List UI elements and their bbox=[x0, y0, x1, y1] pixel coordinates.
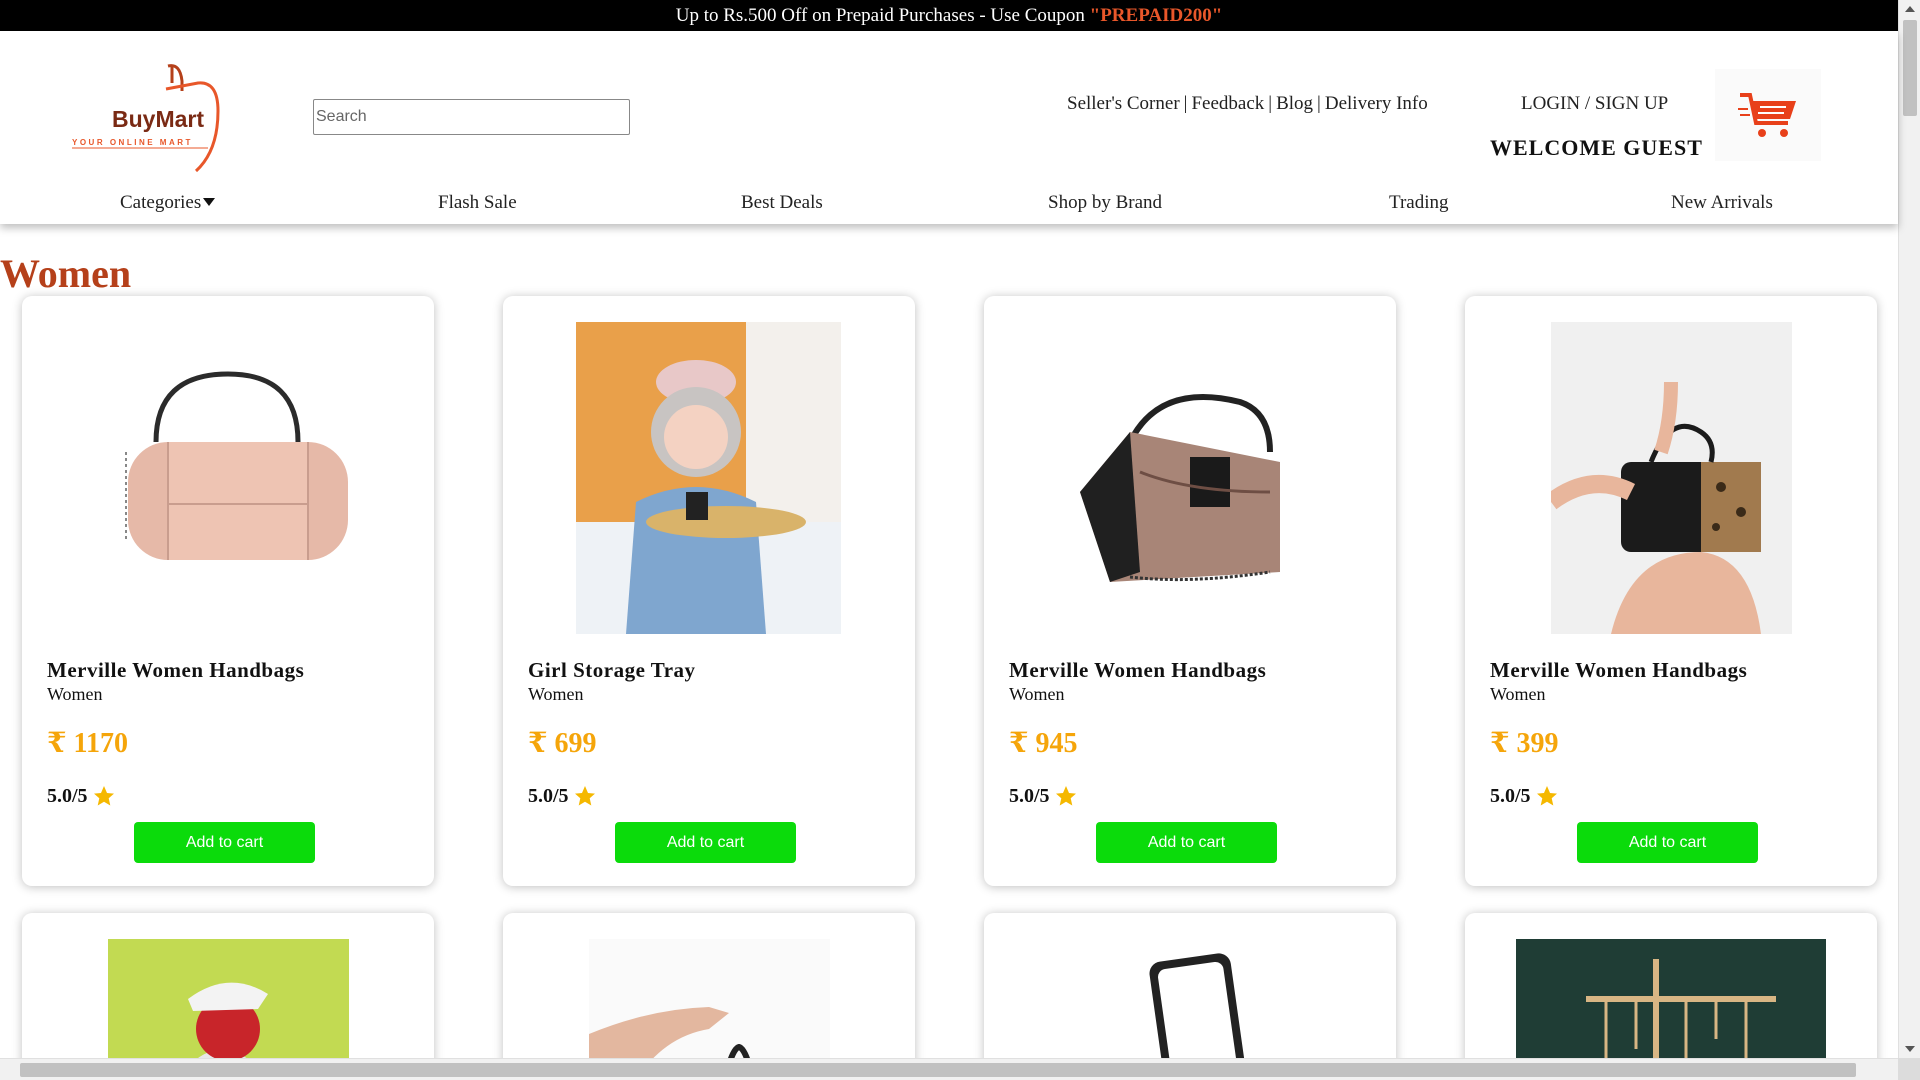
product-name[interactable]: Merville Women Handbags bbox=[47, 658, 304, 683]
add-to-cart-button[interactable]: Add to cart bbox=[615, 822, 796, 863]
promo-text: Up to Rs.500 Off on Prepaid Purchases - … bbox=[675, 5, 1090, 26]
section-title: Women bbox=[0, 251, 132, 296]
product-rating: 5.0/5 bbox=[528, 784, 597, 808]
product-category: Women bbox=[1490, 684, 1546, 704]
product-name[interactable]: Girl Storage Tray bbox=[528, 658, 696, 683]
product-name[interactable]: Merville Women Handbags bbox=[1490, 658, 1747, 683]
site-logo[interactable]: BuyMart YOUR ONLINE MART bbox=[68, 61, 238, 176]
product-category: Women bbox=[47, 684, 103, 704]
svg-text:YOUR ONLINE MART: YOUR ONLINE MART bbox=[72, 138, 193, 147]
welcome-text: WELCOME GUEST bbox=[1490, 135, 1703, 160]
search-input[interactable] bbox=[313, 99, 630, 135]
rating-value: 5.0/5 bbox=[1490, 784, 1531, 807]
product-rating: 5.0/5 bbox=[1009, 784, 1078, 808]
product-name[interactable]: Merville Women Handbags bbox=[1009, 658, 1266, 683]
product-price: ₹ 945 bbox=[1009, 728, 1078, 759]
cart-button[interactable] bbox=[1715, 69, 1821, 161]
nav-flash-sale[interactable]: Flash Sale bbox=[438, 192, 517, 214]
vertical-scroll-thumb[interactable] bbox=[1903, 20, 1917, 116]
cart-icon bbox=[1738, 93, 1796, 137]
nav-new-arrivals[interactable]: New Arrivals bbox=[1671, 192, 1773, 214]
add-to-cart-button[interactable]: Add to cart bbox=[1096, 822, 1277, 863]
star-icon bbox=[574, 786, 595, 806]
product-card[interactable]: Merville Women Handbags Women ₹ 1170 5.0… bbox=[22, 296, 434, 886]
product-price: ₹ 399 bbox=[1490, 728, 1559, 759]
link-blog[interactable]: Blog bbox=[1276, 93, 1313, 114]
link-delivery-info[interactable]: Delivery Info bbox=[1325, 93, 1428, 114]
divider: | bbox=[1317, 93, 1321, 114]
divider: | bbox=[1183, 93, 1188, 114]
product-image[interactable] bbox=[1070, 322, 1311, 634]
product-category: Women bbox=[1009, 684, 1065, 704]
product-image[interactable] bbox=[576, 322, 841, 634]
rating-value: 5.0/5 bbox=[47, 784, 88, 807]
rating-value: 5.0/5 bbox=[1009, 784, 1050, 807]
main-nav: Categories Flash Sale Best Deals Shop by… bbox=[0, 188, 1898, 224]
rating-value: 5.0/5 bbox=[528, 784, 569, 807]
promo-banner: Up to Rs.500 Off on Prepaid Purchases - … bbox=[0, 0, 1898, 31]
nav-label: Categories bbox=[120, 192, 202, 213]
product-card[interactable]: Merville Women Handbags Women ₹ 945 5.0/… bbox=[984, 296, 1396, 886]
star-icon bbox=[93, 786, 114, 806]
horizontal-scroll-thumb[interactable] bbox=[20, 1063, 1856, 1077]
nav-categories[interactable]: Categories bbox=[120, 192, 216, 214]
top-links: Seller's Corner | Feedback | Blog | Delivery I… bbox=[1067, 93, 1428, 115]
product-category: Women bbox=[528, 684, 584, 704]
product-price: ₹ 699 bbox=[528, 728, 597, 759]
scroll-up-icon[interactable] bbox=[1905, 6, 1915, 12]
scroll-down-icon[interactable] bbox=[1905, 1046, 1915, 1052]
caret-down-icon bbox=[203, 198, 216, 206]
product-card[interactable] bbox=[22, 913, 434, 1080]
product-rating: 5.0/5 bbox=[1490, 784, 1559, 808]
site-header: BuyMart YOUR ONLINE MART Seller's Corner… bbox=[0, 31, 1898, 224]
product-card[interactable] bbox=[503, 913, 915, 1080]
product-image[interactable] bbox=[1551, 322, 1792, 634]
star-icon bbox=[1536, 786, 1557, 806]
horizontal-scrollbar[interactable] bbox=[0, 1058, 1898, 1080]
promo-coupon: "PREPAID200" bbox=[1089, 5, 1223, 26]
product-card[interactable]: Girl Storage Tray Women ₹ 699 5.0/5 Add … bbox=[503, 296, 915, 886]
product-rating: 5.0/5 bbox=[47, 784, 116, 808]
add-to-cart-button[interactable]: Add to cart bbox=[134, 822, 315, 863]
nav-best-deals[interactable]: Best Deals bbox=[741, 192, 823, 214]
star-icon bbox=[1055, 786, 1076, 806]
product-card[interactable]: Merville Women Handbags Women ₹ 399 5.0/… bbox=[1465, 296, 1877, 886]
product-card[interactable] bbox=[1465, 913, 1877, 1080]
nav-trading[interactable]: Trading bbox=[1389, 192, 1448, 214]
svg-text:BuyMart: BuyMart bbox=[112, 106, 204, 132]
link-sellers-corner[interactable]: Seller's Corner bbox=[1067, 93, 1180, 114]
add-to-cart-button[interactable]: Add to cart bbox=[1577, 822, 1758, 863]
vertical-scrollbar[interactable] bbox=[1898, 0, 1920, 1058]
nav-shop-by-brand[interactable]: Shop by Brand bbox=[1048, 192, 1162, 214]
link-feedback[interactable]: Feedback bbox=[1191, 93, 1264, 114]
divider: | bbox=[1268, 93, 1273, 114]
product-price: ₹ 1170 bbox=[47, 728, 128, 759]
product-card[interactable] bbox=[984, 913, 1396, 1080]
product-image[interactable] bbox=[108, 322, 349, 634]
login-signup-link[interactable]: LOGIN / SIGN UP bbox=[1521, 93, 1668, 115]
scrollbar-corner bbox=[1898, 1058, 1920, 1080]
